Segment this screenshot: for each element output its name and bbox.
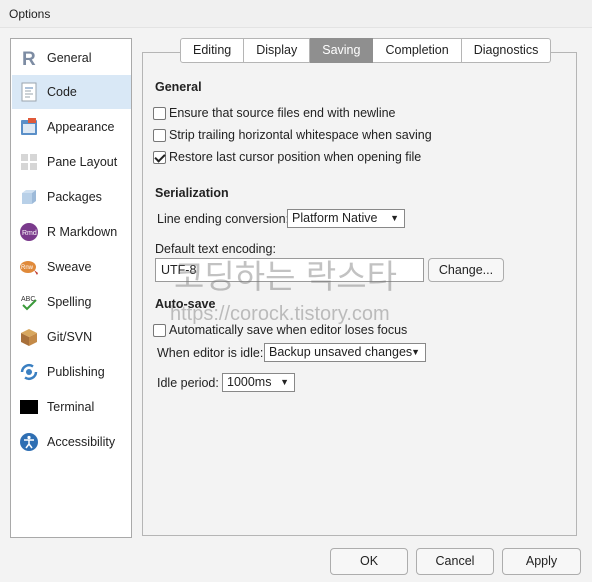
general-section-title: General bbox=[155, 80, 202, 94]
sidebar-item-label: Code bbox=[47, 85, 77, 99]
line-ending-value: Platform Native bbox=[292, 211, 378, 225]
sidebar-item-label: Publishing bbox=[47, 365, 105, 379]
encoding-value: UTF-8 bbox=[161, 263, 197, 277]
publishing-icon bbox=[19, 362, 39, 382]
option-ensure-newline[interactable]: Ensure that source files end with newlin… bbox=[153, 106, 396, 120]
option-restore-cursor[interactable]: Restore last cursor position when openin… bbox=[153, 150, 421, 164]
sidebar-item-publishing[interactable]: Publishing bbox=[12, 355, 131, 389]
accessibility-icon bbox=[19, 432, 39, 452]
sidebar-item-packages[interactable]: Packages bbox=[12, 180, 131, 214]
chevron-down-icon: ▼ bbox=[411, 347, 420, 357]
option-label: Ensure that source files end with newlin… bbox=[169, 106, 396, 120]
tab-saving[interactable]: Saving bbox=[310, 38, 374, 63]
encoding-label: Default text encoding: bbox=[155, 242, 276, 256]
svg-text:R: R bbox=[22, 49, 36, 68]
options-sidebar: R General Code Appearance Pane Layout Pa… bbox=[10, 38, 132, 538]
spelling-icon: ABC bbox=[19, 292, 39, 312]
sidebar-item-spelling[interactable]: ABC Spelling bbox=[12, 285, 131, 319]
cancel-button[interactable]: Cancel bbox=[416, 548, 494, 575]
line-ending-label: Line ending conversion: bbox=[157, 212, 290, 226]
sidebar-item-label: R Markdown bbox=[47, 225, 118, 239]
sidebar-item-label: Appearance bbox=[47, 120, 115, 134]
sidebar-item-label: Accessibility bbox=[47, 435, 116, 449]
restore-cursor-checkbox[interactable] bbox=[153, 150, 166, 164]
sidebar-item-label: General bbox=[47, 51, 92, 65]
encoding-field[interactable]: UTF-8 bbox=[155, 258, 424, 282]
change-encoding-button[interactable]: Change... bbox=[428, 258, 504, 282]
sidebar-item-sweave[interactable]: Rnw Sweave bbox=[12, 250, 131, 284]
sidebar-item-accessibility[interactable]: Accessibility bbox=[12, 425, 131, 459]
title-bar: Options bbox=[0, 0, 592, 28]
serialization-section-title: Serialization bbox=[155, 186, 229, 200]
svg-text:Rmd: Rmd bbox=[22, 230, 37, 237]
svg-text:Rnw: Rnw bbox=[21, 265, 34, 271]
idle-action-value: Backup unsaved changes bbox=[269, 345, 413, 359]
ok-button[interactable]: OK bbox=[330, 548, 408, 575]
option-label: Strip trailing horizontal whitespace whe… bbox=[169, 128, 432, 142]
sidebar-item-appearance[interactable]: Appearance bbox=[12, 110, 131, 144]
sidebar-item-label: Git/SVN bbox=[47, 330, 93, 344]
idle-label: When editor is idle: bbox=[157, 346, 264, 360]
auto-save-checkbox[interactable] bbox=[153, 323, 166, 337]
sidebar-item-general[interactable]: R General bbox=[12, 41, 131, 75]
code-document-icon bbox=[19, 82, 39, 102]
sidebar-item-terminal[interactable]: Terminal bbox=[12, 390, 131, 424]
tab-display[interactable]: Display bbox=[244, 38, 311, 63]
appearance-icon bbox=[19, 117, 39, 137]
chevron-down-icon: ▼ bbox=[280, 377, 289, 387]
terminal-icon bbox=[19, 397, 39, 417]
chevron-down-icon: ▼ bbox=[390, 213, 399, 223]
sidebar-item-code[interactable]: Code bbox=[12, 75, 131, 109]
line-ending-select[interactable]: Platform Native ▼ bbox=[287, 209, 405, 228]
option-label: Automatically save when editor loses foc… bbox=[169, 323, 408, 337]
rmd-icon: Rmd bbox=[19, 222, 39, 242]
r-logo-icon: R bbox=[19, 48, 39, 70]
sidebar-item-r-markdown[interactable]: Rmd R Markdown bbox=[12, 215, 131, 249]
option-label: Restore last cursor position when openin… bbox=[169, 150, 422, 164]
idle-action-select[interactable]: Backup unsaved changes ▼ bbox=[264, 343, 426, 362]
idle-period-label: Idle period: bbox=[157, 376, 219, 390]
options-panel bbox=[142, 52, 577, 536]
idle-period-select[interactable]: 1000ms ▼ bbox=[222, 373, 295, 392]
sidebar-item-git-svn[interactable]: Git/SVN bbox=[12, 320, 131, 354]
tab-bar: Editing Display Saving Completion Diagno… bbox=[180, 38, 552, 63]
pane-layout-icon bbox=[19, 152, 39, 172]
strip-whitespace-checkbox[interactable] bbox=[153, 128, 166, 142]
packages-icon bbox=[19, 187, 39, 207]
window-title: Options bbox=[9, 7, 51, 21]
sidebar-item-label: Spelling bbox=[47, 295, 92, 309]
tab-diagnostics[interactable]: Diagnostics bbox=[461, 38, 552, 63]
git-box-icon bbox=[19, 327, 39, 347]
sidebar-item-pane-layout[interactable]: Pane Layout bbox=[12, 145, 131, 179]
sidebar-item-label: Packages bbox=[47, 190, 102, 204]
apply-button[interactable]: Apply bbox=[502, 548, 581, 575]
option-auto-save[interactable]: Automatically save when editor loses foc… bbox=[153, 323, 407, 337]
tab-completion[interactable]: Completion bbox=[373, 38, 462, 63]
sweave-icon: Rnw bbox=[19, 257, 39, 277]
sidebar-item-label: Pane Layout bbox=[47, 155, 118, 169]
sidebar-item-label: Terminal bbox=[47, 400, 95, 414]
tab-editing[interactable]: Editing bbox=[180, 38, 245, 63]
option-strip-whitespace[interactable]: Strip trailing horizontal whitespace whe… bbox=[153, 128, 432, 142]
idle-period-value: 1000ms bbox=[227, 375, 272, 389]
sidebar-item-label: Sweave bbox=[47, 260, 92, 274]
autosave-section-title: Auto-save bbox=[155, 297, 216, 311]
ensure-newline-checkbox[interactable] bbox=[153, 106, 166, 120]
